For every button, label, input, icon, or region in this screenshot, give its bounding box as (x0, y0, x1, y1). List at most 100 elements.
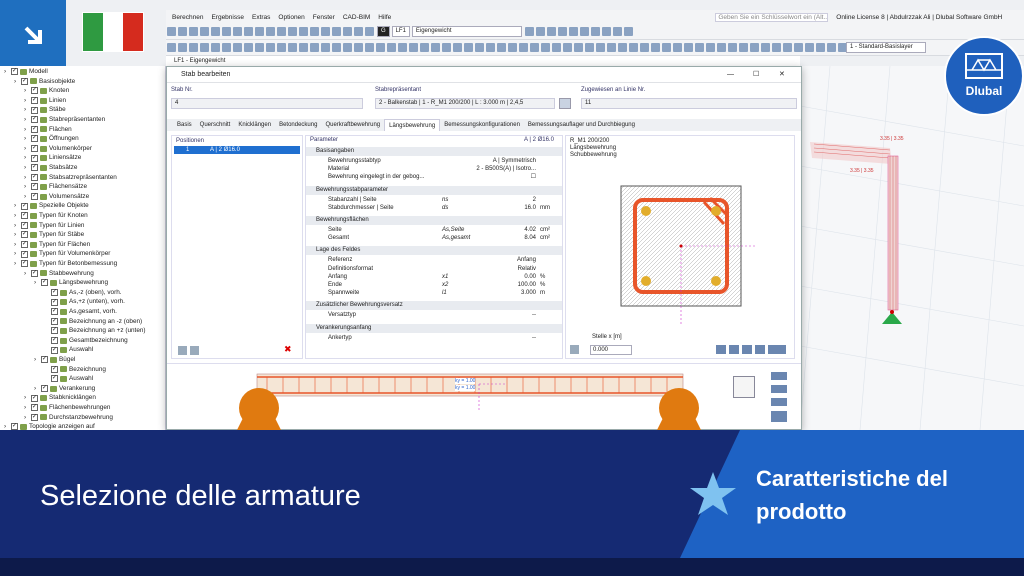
expand-icon[interactable]: › (24, 182, 29, 192)
tree-checkbox[interactable]: ✓ (51, 346, 58, 354)
expand-icon[interactable]: › (24, 144, 29, 154)
toolbar-icon[interactable] (255, 27, 264, 36)
tree-checkbox[interactable]: ✓ (51, 327, 58, 335)
tree-checkbox[interactable]: ✓ (51, 289, 58, 297)
param-row[interactable]: Versatztyp -- (306, 311, 562, 319)
param-section-header[interactable]: Bewehrungsstabparameter (306, 185, 562, 195)
toolbar-icon[interactable] (684, 43, 693, 52)
tree-checkbox[interactable]: ✓ (21, 260, 28, 268)
tree-checkbox[interactable]: ✓ (41, 279, 48, 287)
tree-checkbox[interactable]: ✓ (21, 221, 28, 229)
tree-checkbox[interactable]: ✓ (21, 241, 28, 249)
toolbar-icon[interactable] (640, 43, 649, 52)
expand-icon[interactable]: › (24, 269, 29, 279)
member-no-field[interactable]: 4 (171, 98, 363, 109)
toolbar-icon[interactable] (601, 27, 611, 36)
tree-item[interactable]: ✓ Auswahl (44, 374, 93, 384)
representative-field[interactable]: 2 - Balkenstab | 1 - R_M1 200/200 | L : … (375, 98, 555, 109)
expand-icon[interactable]: › (24, 115, 29, 125)
param-row[interactable]: Ankertyp -- (306, 334, 562, 342)
toolbar-icon[interactable] (596, 43, 605, 52)
tree-item[interactable]: › ✓ Liniensätze (24, 153, 81, 163)
expand-icon[interactable]: › (24, 173, 29, 183)
copy-position-icon[interactable] (190, 346, 199, 355)
tab-querschnitt[interactable]: Querschnitt (196, 119, 235, 131)
tree-item[interactable]: ✓ As,-z (oben), vorh. (44, 288, 122, 298)
menu-item[interactable]: Fenster (313, 14, 335, 21)
toolbar-icon[interactable] (178, 43, 187, 52)
toolbar-icon[interactable] (783, 43, 792, 52)
toolbar-icon[interactable] (189, 43, 198, 52)
toolbar-icon[interactable] (299, 27, 308, 36)
toolbar-icon[interactable] (255, 43, 264, 52)
tree-checkbox[interactable]: ✓ (51, 365, 58, 373)
expand-icon[interactable]: › (24, 413, 29, 423)
param-section-header[interactable]: Verankerungsanfang (306, 323, 562, 333)
tree-checkbox[interactable]: ✓ (31, 135, 38, 143)
tree-item[interactable]: ✓ Bezeichnung an -z (oben) (44, 317, 142, 327)
toolbar-icon[interactable] (717, 43, 726, 52)
tree-checkbox[interactable]: ✓ (11, 68, 18, 76)
param-row[interactable]: Gesamt As,gesamt 8.04 cm² (306, 234, 562, 242)
toolbar-icon[interactable] (233, 43, 242, 52)
toolbar-icon[interactable] (442, 43, 451, 52)
menu-item[interactable]: Hilfe (378, 14, 391, 21)
toolbar-icon[interactable] (167, 43, 176, 52)
menu-item[interactable]: CAD-BIM (343, 14, 370, 21)
tree-item[interactable]: › ✓ Flächenbewehrungen (24, 403, 110, 413)
position-row[interactable]: 1 A | 2 Ø16.0 (174, 146, 300, 154)
expand-icon[interactable]: › (14, 211, 19, 221)
toolbar-icon[interactable] (629, 43, 638, 52)
tree-item[interactable]: › ✓ Typen für Knoten (14, 211, 88, 221)
expand-icon[interactable]: › (14, 221, 19, 231)
tree-item[interactable]: › ✓ Längsbewehrung (34, 278, 108, 288)
toolbar-icon[interactable] (673, 43, 682, 52)
toolbar-icon[interactable] (266, 43, 275, 52)
toolbar-icon[interactable] (343, 27, 352, 36)
tab-bemessungskonfigurationen[interactable]: Bemessungskonfigurationen (440, 119, 524, 131)
tree-checkbox[interactable]: ✓ (51, 298, 58, 306)
tree-item[interactable]: › ✓ Durchstanzbewehrung (24, 413, 113, 423)
delete-icon[interactable]: ✖ (284, 344, 292, 355)
toolbar-icon[interactable] (288, 27, 297, 36)
toolbar-icon[interactable] (277, 27, 286, 36)
expand-icon[interactable]: › (24, 153, 29, 163)
expand-icon[interactable]: › (24, 192, 29, 202)
toolbar-icon[interactable] (310, 43, 319, 52)
tree-checkbox[interactable]: ✓ (21, 77, 28, 85)
close-icon[interactable]: ✕ (779, 67, 785, 83)
expand-icon[interactable]: › (24, 134, 29, 144)
param-section-header[interactable]: Zusätzlicher Bewehrungsversatz (306, 301, 562, 311)
toolbar-icon[interactable] (387, 43, 396, 52)
tree-checkbox[interactable]: ✓ (41, 385, 48, 393)
param-row[interactable]: Material 2 - B500S(A) | Isotro... (306, 165, 562, 173)
tree-item[interactable]: › ✓ Typen für Linien (14, 221, 84, 231)
toolbar-icon[interactable] (486, 43, 495, 52)
toolbar-icon[interactable] (541, 43, 550, 52)
tree-checkbox[interactable]: ✓ (21, 231, 28, 239)
toolbar-icon[interactable] (409, 43, 418, 52)
toolbar-icon[interactable] (590, 27, 600, 36)
tree-checkbox[interactable]: ✓ (31, 269, 38, 277)
toolbar-icon[interactable] (761, 43, 770, 52)
tree-item[interactable]: › ✓ Volumensätze (24, 192, 89, 202)
toolbar-icon[interactable] (453, 43, 462, 52)
toolbar-icon[interactable] (464, 43, 473, 52)
param-section-header[interactable]: Bewehrungsflächen (306, 216, 562, 225)
tree-item[interactable]: › ✓ Stäbe (24, 105, 66, 115)
view-icon[interactable] (570, 345, 579, 354)
menu-item[interactable]: Optionen (278, 14, 304, 21)
expand-icon[interactable]: › (24, 125, 29, 135)
tab-basis[interactable]: Basis (173, 119, 196, 131)
toolbar-icon[interactable] (585, 43, 594, 52)
param-row[interactable]: Referenz Anfang (306, 256, 562, 264)
expand-icon[interactable]: › (24, 96, 29, 106)
toolbar-icon[interactable] (623, 27, 633, 36)
tree-item[interactable]: ✓ Bezeichnung an +z (unten) (44, 326, 146, 336)
tree-checkbox[interactable]: ✓ (21, 212, 28, 220)
param-row[interactable]: Spannweite l1 3.000 m (306, 289, 562, 297)
toolbar-icon[interactable] (189, 27, 198, 36)
tree-checkbox[interactable]: ✓ (41, 356, 48, 364)
toolbar-icon[interactable] (233, 27, 242, 36)
tree-item[interactable]: › ✓ Verankerung (34, 384, 95, 394)
